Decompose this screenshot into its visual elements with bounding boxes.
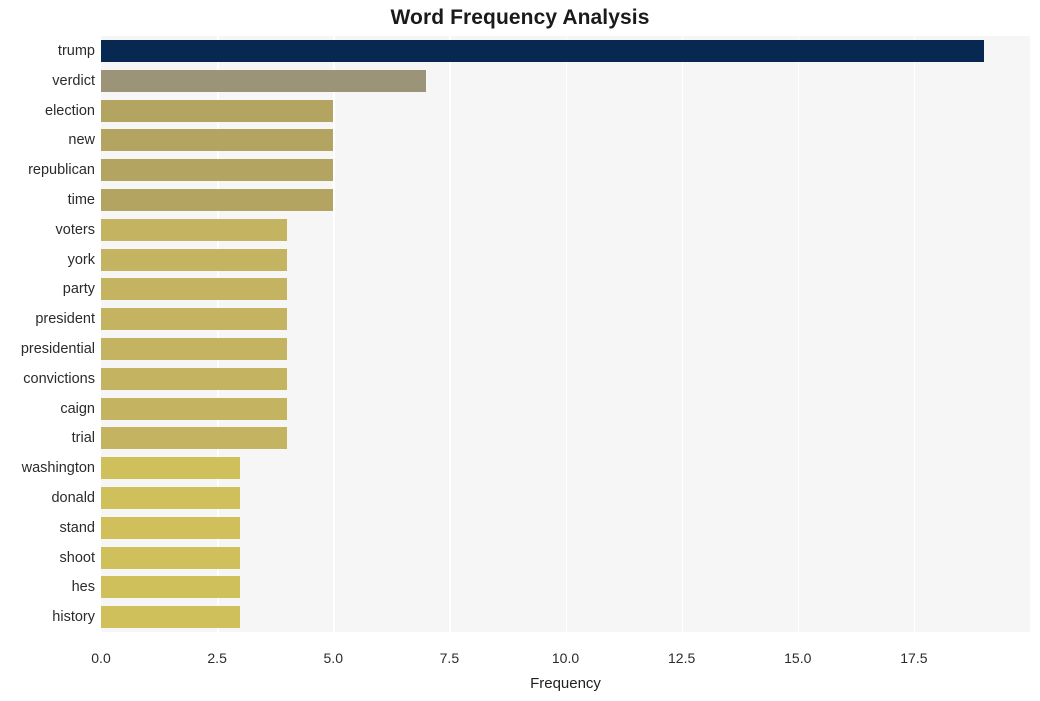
x-axis-tick-label: 7.5 [439, 650, 460, 666]
x-axis-tick-label: 2.5 [207, 650, 227, 666]
x-axis-tick-label: 12.5 [668, 650, 696, 666]
x-axis-tick-label: 5.0 [323, 650, 343, 666]
chart-figure: Word Frequency Analysis trump verdict elec… [0, 0, 1040, 701]
x-axis-tick-label: 15.0 [784, 650, 812, 666]
x-axis-tick-label: 10.0 [551, 650, 580, 666]
x-axis-tick-label: 0.0 [91, 650, 111, 666]
x-axis-tick-labels: 0.0 2.5 5.0 7.5 10.0 12.5 15.0 17.5 [0, 0, 1040, 701]
x-axis-tick-label: 17.5 [900, 650, 928, 666]
x-axis-label: Frequency [530, 675, 601, 692]
